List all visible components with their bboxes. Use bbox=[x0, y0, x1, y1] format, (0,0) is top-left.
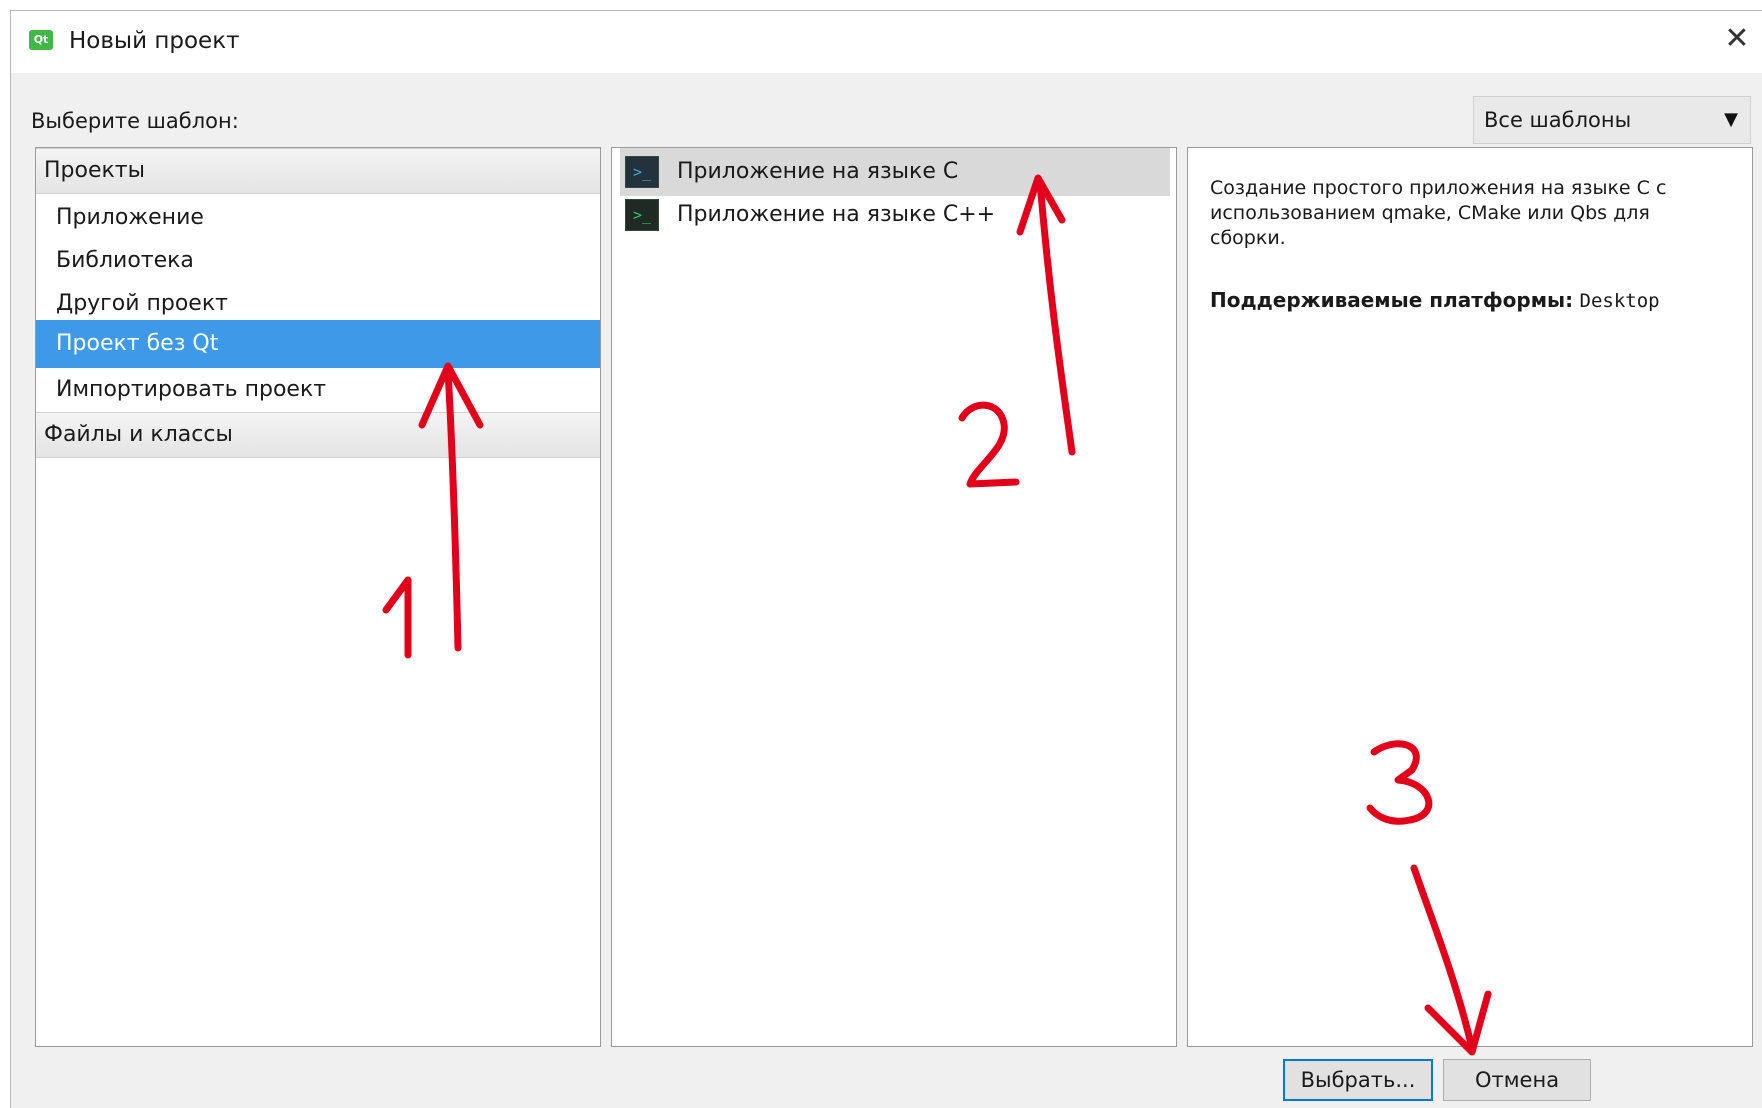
window-title: Новый проект bbox=[69, 28, 240, 54]
template-description: Создание простого приложения на языке C … bbox=[1210, 177, 1667, 249]
category-item-label: Библиотека bbox=[56, 248, 194, 273]
category-item-label: Проект без Qt bbox=[56, 331, 219, 356]
category-item-non-qt-project[interactable]: Проект без Qt bbox=[36, 320, 600, 368]
category-item-import-project[interactable]: Импортировать проект bbox=[36, 366, 600, 414]
category-item-label: Импортировать проект bbox=[56, 377, 327, 402]
group-header-files-classes[interactable]: Файлы и классы bbox=[36, 412, 600, 458]
template-item-label: Приложение на языке C++ bbox=[677, 202, 996, 227]
template-details-panel: Создание простого приложения на языке C … bbox=[1187, 147, 1753, 1047]
category-list: Проекты Приложение Библиотека Другой про… bbox=[35, 147, 601, 1047]
template-list: >_ Приложение на языке C >_ Приложение н… bbox=[611, 147, 1177, 1047]
template-item-label: Приложение на языке C bbox=[677, 159, 959, 184]
title-bar: Qt Новый проект ✕ bbox=[11, 11, 1762, 73]
template-item-c-application[interactable]: >_ Приложение на языке C bbox=[620, 148, 1170, 196]
category-item-application[interactable]: Приложение bbox=[36, 194, 600, 242]
template-item-cpp-application[interactable]: >_ Приложение на языке C++ bbox=[620, 191, 1170, 239]
chevron-down-icon: ▼ bbox=[1724, 109, 1738, 130]
terminal-icon: >_ bbox=[625, 199, 659, 231]
category-item-label: Другой проект bbox=[56, 291, 228, 316]
supported-platforms: Поддерживаемые платформы: Desktop bbox=[1210, 286, 1660, 315]
platforms-label: Поддерживаемые платформы: bbox=[1210, 288, 1574, 312]
choose-button[interactable]: Выбрать... bbox=[1283, 1059, 1433, 1101]
template-filter-dropdown[interactable]: Все шаблоны ▼ bbox=[1473, 96, 1751, 144]
terminal-icon: >_ bbox=[625, 156, 659, 188]
group-header-label: Файлы и классы bbox=[44, 422, 233, 447]
new-project-dialog: Qt Новый проект ✕ Выберите шаблон: Все ш… bbox=[10, 10, 1762, 1108]
category-item-library[interactable]: Библиотека bbox=[36, 237, 600, 285]
template-prompt-label: Выберите шаблон: bbox=[31, 109, 239, 133]
cancel-button[interactable]: Отмена bbox=[1443, 1059, 1591, 1101]
group-header-projects[interactable]: Проекты bbox=[36, 148, 600, 194]
qt-logo-icon: Qt bbox=[29, 30, 53, 50]
category-item-label: Приложение bbox=[56, 205, 204, 230]
template-filter-value: Все шаблоны bbox=[1484, 108, 1632, 132]
group-header-label: Проекты bbox=[44, 158, 145, 183]
close-button[interactable]: ✕ bbox=[1717, 19, 1757, 59]
platforms-value: Desktop bbox=[1579, 290, 1660, 312]
